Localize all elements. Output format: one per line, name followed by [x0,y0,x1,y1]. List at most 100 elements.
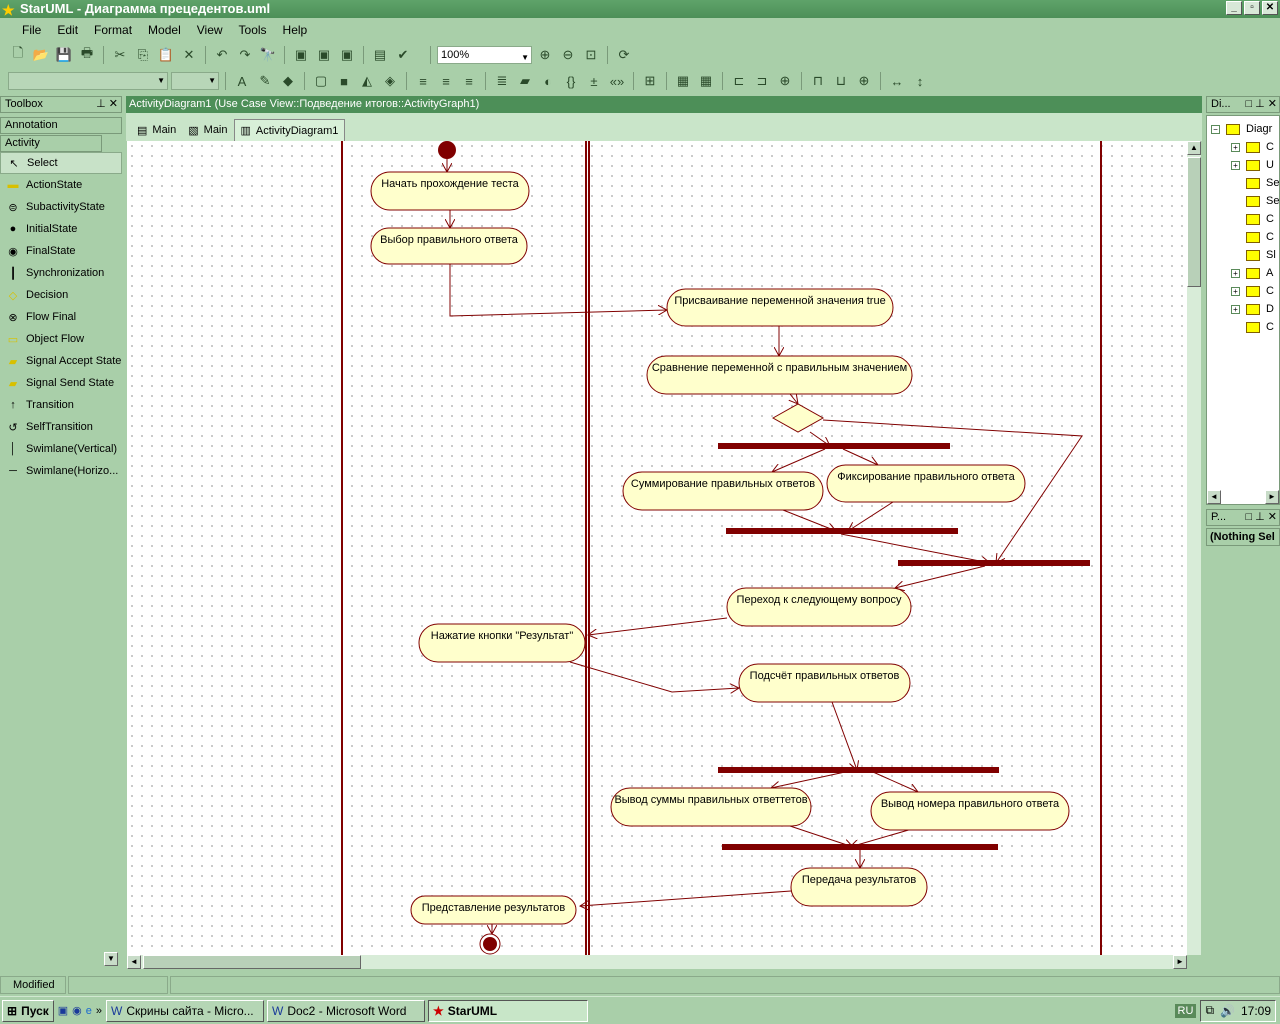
parameter-icon[interactable]: ± [584,71,604,91]
tree-item[interactable]: C [1211,318,1279,336]
package-icon[interactable]: ▰ [515,71,535,91]
space-vertical-icon[interactable]: ↕ [910,71,930,91]
action-state-label[interactable]: Представление результатов [422,902,566,914]
action-state-label[interactable]: Начать прохождение теста [381,178,519,190]
align-top-icon[interactable]: ⊓ [808,71,828,91]
transition-arrow[interactable] [580,890,792,906]
tree-item[interactable]: + C [1211,138,1279,156]
new-icon[interactable]: 🗋 [8,45,28,65]
language-indicator[interactable]: RU [1174,1003,1197,1018]
find-icon[interactable]: 🔭 [258,45,278,65]
toolbox-section-annotation[interactable]: Annotation [0,117,122,134]
expand-icon[interactable]: + [1231,142,1240,152]
scroll-left-button[interactable]: ◄ [127,955,141,969]
synchronization-bar[interactable] [898,560,1090,566]
menu-view[interactable]: View [189,20,231,40]
action-state-label[interactable]: Сравнение переменной с правильным значен… [652,362,907,374]
scroll-thumb[interactable] [1187,157,1201,287]
panel-controls-icon[interactable]: □ ⊥ ✕ [1245,510,1277,525]
align-right-icon[interactable]: ⊐ [752,71,772,91]
toolbox-section-activity[interactable]: Activity [0,135,102,152]
tree-root[interactable]: − Diagr [1211,120,1279,138]
expand-icon[interactable]: + [1231,160,1240,170]
action-state-label[interactable]: Присваивание переменной значения true [674,295,885,307]
quicklaunch-media-icon[interactable]: ◉ [72,1004,82,1017]
cut-icon[interactable]: ✂ [110,45,130,65]
toolbox-item-initialstate[interactable]: ● InitialState [0,218,122,240]
line-style-icon[interactable]: ◭ [357,71,377,91]
select-in-model-icon[interactable]: ▣ [337,45,357,65]
send-back-icon[interactable]: ▦ [696,71,716,91]
toolbox-item-swimlane-vertical-[interactable]: │ Swimlane(Vertical) [0,438,122,460]
font-icon[interactable]: A [232,71,252,91]
network-icon[interactable]: ⧉ [1205,1003,1214,1018]
tree-item[interactable]: + D [1211,300,1279,318]
toolbox-item-transition[interactable]: ↑ Transition [0,394,122,416]
fill-color-icon[interactable]: ◆ [278,71,298,91]
action-state-label[interactable]: Нажатие кнопки "Результат" [431,630,574,642]
quicklaunch-ie-icon[interactable]: e [86,1005,92,1017]
refresh-icon[interactable]: ⟳ [614,45,634,65]
maximize-button[interactable]: ▫ [1244,1,1260,15]
show-attributes-icon[interactable]: ≡ [413,71,433,91]
toolbox-item-selftransition[interactable]: ↺ SelfTransition [0,416,122,438]
undo-icon[interactable]: ↶ [212,45,232,65]
verify-icon[interactable]: ✔ [393,45,413,65]
pin-close-icon[interactable]: ⊥ ✕ [96,97,118,112]
taskbar-item[interactable]: W Скрины сайта - Micro... [106,999,265,1022]
action-state-label[interactable]: Подсчёт правильных ответов [750,670,900,682]
taskbar-item[interactable]: W Doc2 - Microsoft Word [267,999,426,1022]
align-left-icon[interactable]: ⊏ [729,71,749,91]
tree-item[interactable]: Se [1211,192,1279,210]
toolbox-item-finalstate[interactable]: ◉ FinalState [0,240,122,262]
toolbox-item-object-flow[interactable]: ▭ Object Flow [0,328,122,350]
align-middle-icon[interactable]: ⊕ [854,71,874,91]
synchronization-bar[interactable] [718,767,999,773]
select-icon[interactable]: ▣ [314,45,334,65]
copy-icon[interactable]: ⎘ [133,45,153,65]
tab-main-1[interactable]: ▤ Main [131,119,182,141]
redo-icon[interactable]: ↷ [235,45,255,65]
tree-item[interactable]: + C [1211,282,1279,300]
transition-arrow[interactable] [782,509,836,531]
transition-arrow[interactable] [840,533,990,563]
action-state-label[interactable]: Выбор правильного ответа [380,234,519,246]
tree-item[interactable]: Sl [1211,246,1279,264]
action-state-label[interactable]: Фиксирование правильного ответа [837,471,1015,483]
scroll-down-button[interactable]: ▼ [104,952,118,966]
font-name-combo[interactable]: ▼ [8,72,168,90]
show-compartment-icon[interactable]: ≣ [492,71,512,91]
quicklaunch-more-icon[interactable]: » [96,1005,102,1017]
select-all-icon[interactable]: ▣ [291,45,311,65]
save-icon[interactable]: 💾 [54,45,74,65]
transition-arrow[interactable] [895,565,986,588]
transition-arrow[interactable] [569,661,739,692]
property-icon[interactable]: ◐ [538,71,558,91]
decision-node[interactable] [771,403,825,433]
action-state-label[interactable]: Вывод номера правильного ответа [881,798,1060,810]
delete-icon[interactable]: ✕ [179,45,199,65]
stereotype-icon[interactable]: «» [607,71,627,91]
transition-arrow[interactable] [449,264,667,317]
stereotype-display-icon[interactable]: ■ [334,71,354,91]
line-color-icon[interactable]: ✎ [255,71,275,91]
action-state-label[interactable]: Переход к следующему вопросу [737,594,902,606]
transition-arrow[interactable] [772,448,826,472]
toolbox-item-subactivitystate[interactable]: ⊜ SubactivityState [0,196,122,218]
menu-help[interactable]: Help [275,20,316,40]
show-signature-icon[interactable]: ≡ [459,71,479,91]
toolbox-item-actionstate[interactable]: ▬ ActionState [0,174,122,196]
transition-arrow[interactable] [831,701,857,770]
volume-icon[interactable]: 🔊 [1220,1004,1235,1018]
transition-arrow[interactable] [771,771,846,788]
quicklaunch-save-icon[interactable]: ▣ [58,1004,68,1017]
print-icon[interactable]: 🖶 [77,45,97,65]
scroll-thumb[interactable] [143,955,361,969]
expand-icon[interactable]: + [1231,268,1240,278]
layout-icon[interactable]: ⊞ [640,71,660,91]
show-operations-icon[interactable]: ≡ [436,71,456,91]
tree-item[interactable]: C [1211,228,1279,246]
tree-item[interactable]: + A [1211,264,1279,282]
menu-edit[interactable]: Edit [49,20,86,40]
tree-item[interactable]: Se [1211,174,1279,192]
